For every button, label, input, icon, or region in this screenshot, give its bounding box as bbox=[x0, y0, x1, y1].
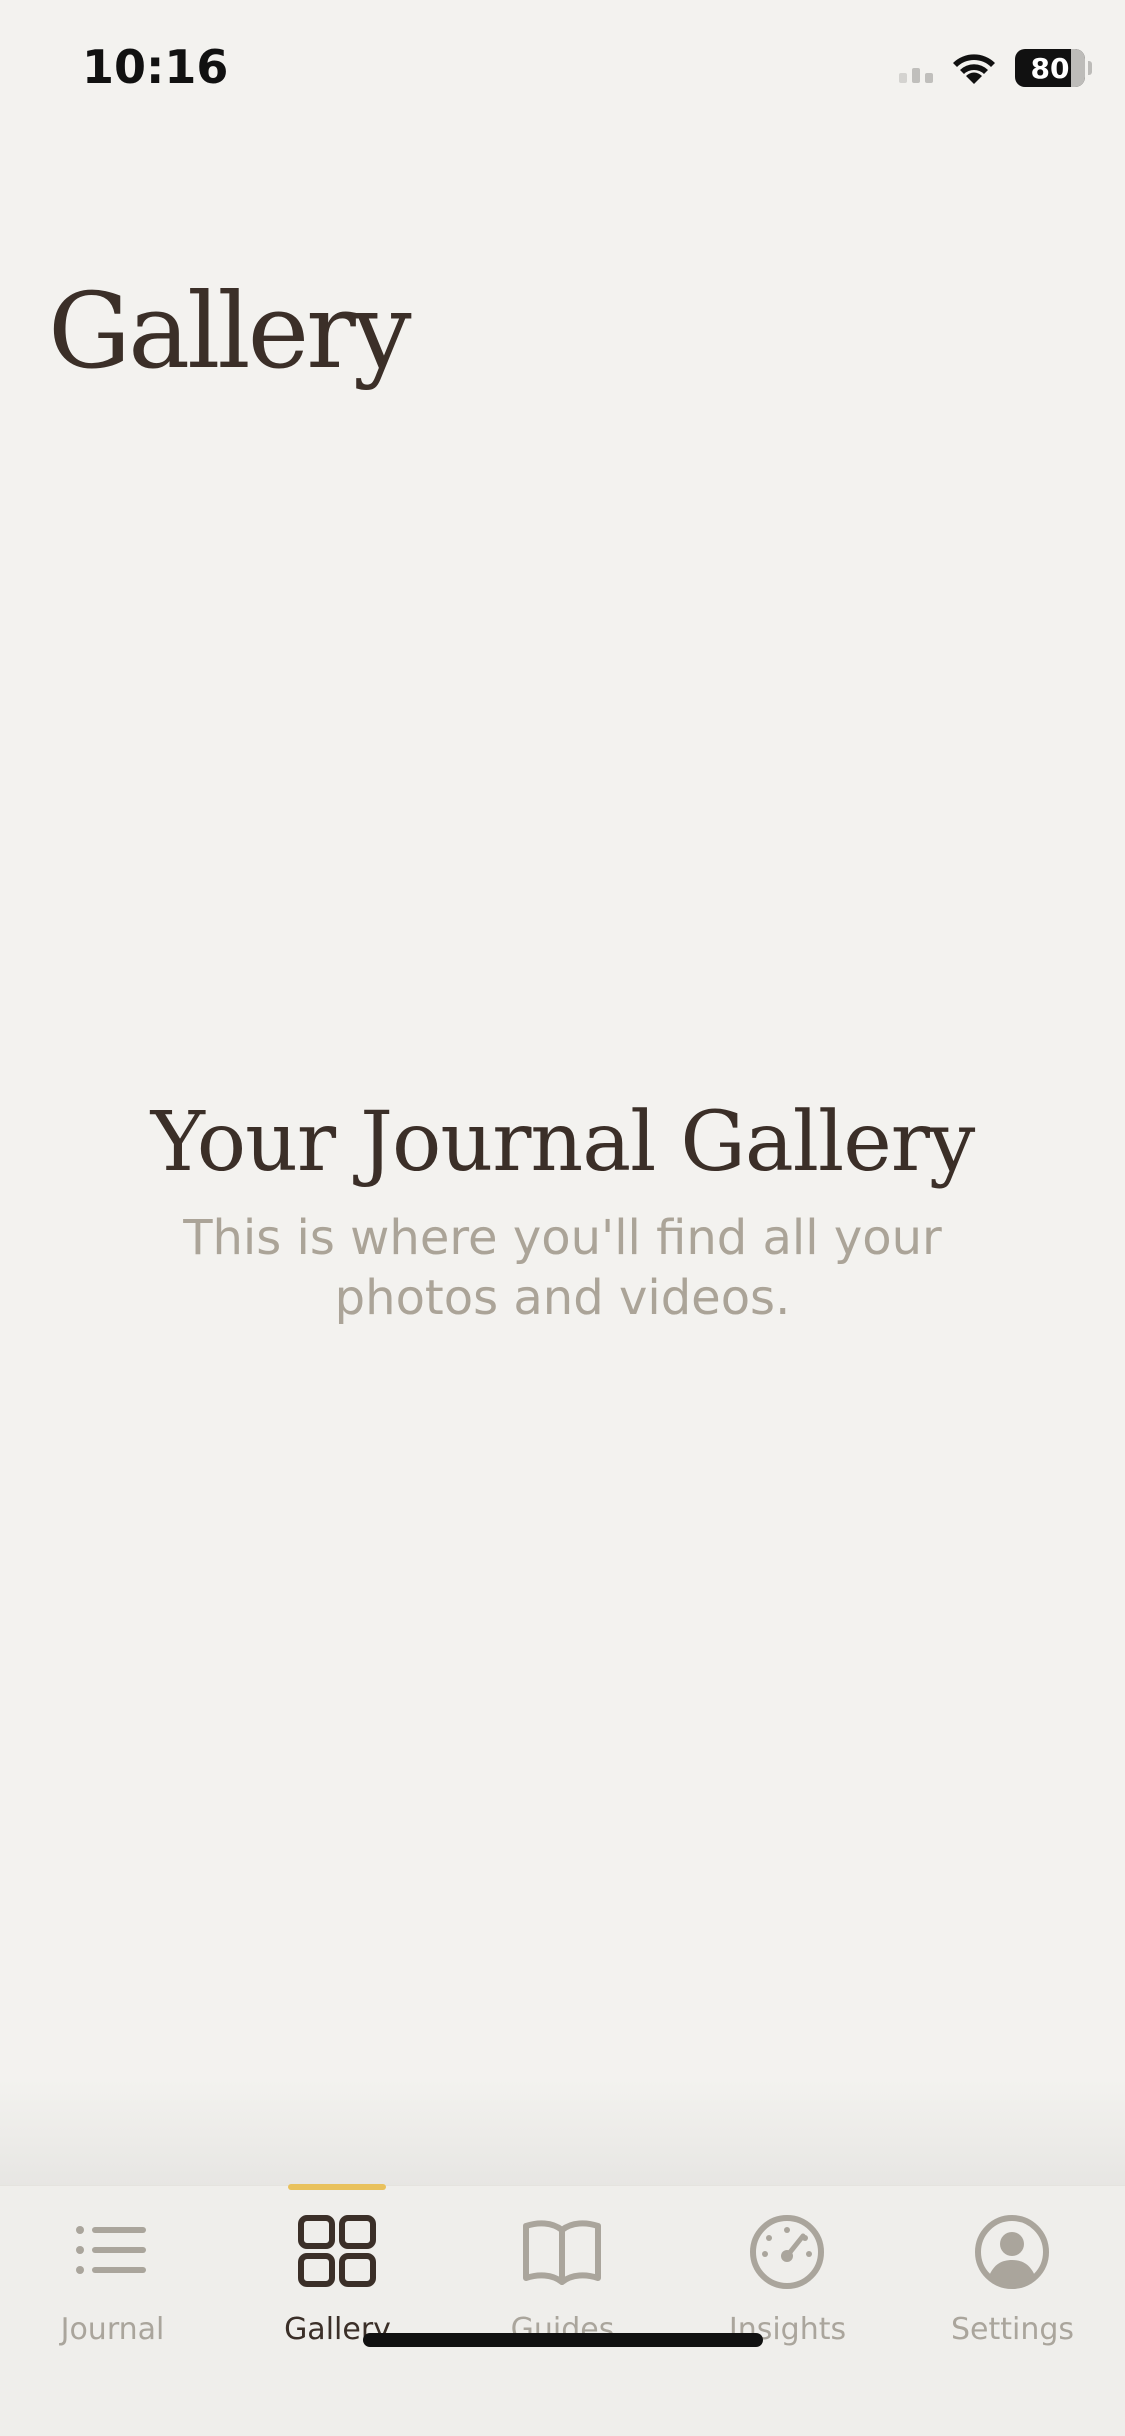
person-circle-icon bbox=[975, 2215, 1049, 2289]
tab-settings[interactable]: Settings bbox=[900, 2186, 1125, 2366]
status-bar: 10:16 80 bbox=[0, 0, 1125, 140]
home-indicator[interactable] bbox=[363, 2333, 763, 2347]
tab-bar-shadow bbox=[0, 2080, 1125, 2186]
tab-journal[interactable]: Journal bbox=[0, 2186, 225, 2366]
battery-icon: 80 bbox=[1015, 49, 1092, 87]
battery-level: 80 bbox=[1030, 51, 1070, 85]
list-icon bbox=[76, 2226, 146, 2274]
empty-state-heading: Your Journal Gallery bbox=[150, 1095, 976, 1190]
gauge-icon bbox=[750, 2215, 824, 2289]
tab-bar: Journal Gallery Guides Insights Settings bbox=[0, 2184, 1125, 2436]
status-icons: 80 bbox=[899, 46, 1092, 90]
book-icon bbox=[523, 2220, 601, 2285]
cellular-signal-icon bbox=[899, 53, 933, 83]
status-time: 10:16 bbox=[82, 40, 229, 94]
empty-state-text: This is where you'll find all your photo… bbox=[183, 1210, 942, 1326]
tab-label: Journal bbox=[60, 2312, 165, 2347]
tab-label: Settings bbox=[950, 2312, 1075, 2347]
active-tab-indicator bbox=[288, 2184, 386, 2190]
page-title: Gallery bbox=[48, 270, 412, 392]
empty-state: Your Journal Gallery This is where you'l… bbox=[0, 1095, 1125, 1328]
grid-icon bbox=[298, 2215, 376, 2287]
wifi-icon bbox=[953, 54, 995, 84]
